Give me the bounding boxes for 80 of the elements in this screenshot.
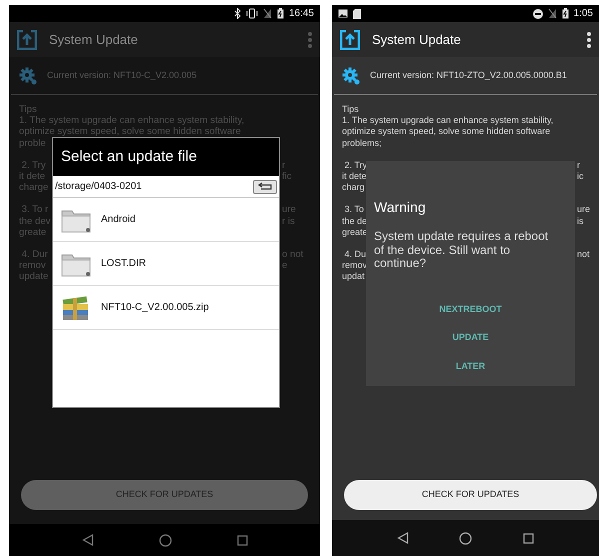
dialog-action-button[interactable]: LATER bbox=[450, 358, 492, 375]
tips-heading: Tips bbox=[19, 104, 38, 116]
tip-text: updat bbox=[342, 271, 365, 283]
dialog-action-button[interactable]: NEXTREBOOT bbox=[433, 300, 508, 318]
vibrate-icon bbox=[246, 8, 258, 19]
tip-text: proble bbox=[19, 138, 46, 149]
app-title: System Update bbox=[372, 30, 461, 49]
dialog-title: Warning bbox=[374, 198, 427, 217]
overflow-menu-icon[interactable] bbox=[587, 32, 591, 48]
battery-charging-icon bbox=[276, 8, 284, 19]
tip-text: fic bbox=[282, 171, 293, 182]
gear-icon bbox=[19, 66, 37, 84]
tip-text: e bbox=[282, 260, 288, 272]
clock-time: 16:45 bbox=[288, 7, 314, 21]
home-icon[interactable] bbox=[158, 534, 172, 546]
tip-text: r bbox=[282, 160, 286, 172]
dialog-title: Select an update file bbox=[53, 138, 279, 176]
tip-text: 1. The system upgrade can enhance system stability, bbox=[19, 115, 244, 126]
tip-text: 4. Dur bbox=[20, 249, 48, 260]
file-item[interactable]: LOST.DIR bbox=[53, 242, 279, 286]
tips-heading: Tips bbox=[342, 104, 360, 116]
check-updates-button[interactable]: CHECK FOR UPDATES bbox=[344, 480, 597, 510]
version-text: Current version: NFT10-ZTO_V2.00.005.0000.B1 bbox=[370, 68, 567, 82]
tip-text: ure bbox=[577, 204, 592, 216]
sd-card-icon bbox=[353, 8, 361, 18]
tip-text: the de bbox=[342, 216, 368, 227]
tip-text: 1. The system upgrade can enhance system stability, bbox=[342, 115, 554, 126]
recents-icon[interactable] bbox=[522, 532, 534, 544]
tip-text: greate bbox=[342, 226, 368, 238]
tip-text: 3. To r bbox=[20, 204, 48, 216]
tip-text: it dete bbox=[342, 171, 367, 182]
tip-text: remov bbox=[342, 260, 368, 272]
back-icon[interactable] bbox=[82, 534, 94, 546]
tip-text: r is bbox=[282, 216, 296, 227]
tip-text: 4. Du bbox=[344, 249, 366, 260]
tip-text: it dete bbox=[19, 171, 46, 182]
no-signal-icon bbox=[262, 8, 272, 19]
upload-icon bbox=[17, 30, 37, 50]
tip-text: r bbox=[577, 160, 581, 172]
app-title: System Update bbox=[49, 30, 138, 49]
tip-text: 2. Try bbox=[20, 160, 46, 172]
tip-text: remov bbox=[19, 260, 46, 272]
tip-text: ure bbox=[282, 204, 297, 216]
file-item[interactable]: Android bbox=[53, 198, 279, 242]
tip-text: update bbox=[19, 271, 48, 283]
return-arrow-icon bbox=[257, 182, 273, 191]
recents-icon[interactable] bbox=[236, 534, 248, 546]
dialog-action-button[interactable]: UPDATE bbox=[446, 329, 495, 346]
tip-text: o not bbox=[282, 249, 304, 260]
tip-text: optimize system speed, solve some hidden software bbox=[342, 126, 550, 138]
tip-text: the dev bbox=[19, 216, 50, 227]
dialog-message: System update requires a reboot of the device. Still want to continue? bbox=[374, 230, 550, 270]
gear-icon bbox=[342, 66, 360, 84]
file-name: Android bbox=[101, 213, 136, 227]
upload-icon bbox=[340, 30, 360, 50]
tip-text: charg bbox=[342, 182, 365, 194]
do-not-disturb-icon bbox=[532, 8, 543, 18]
path-text: /storage/0403-0201 bbox=[55, 180, 142, 194]
tip-text: optimize system speed, solve some hidden software bbox=[19, 126, 241, 138]
file-name: NFT10-C_V2.00.005.zip bbox=[101, 301, 209, 315]
tip-text: 3. To bbox=[344, 204, 364, 216]
tip-text: charge bbox=[19, 182, 48, 194]
battery-charging-icon bbox=[562, 8, 569, 19]
bluetooth-icon bbox=[234, 8, 241, 19]
back-icon[interactable] bbox=[397, 532, 410, 544]
tip-text: problems; bbox=[342, 138, 382, 149]
tip-text: ic bbox=[577, 171, 584, 182]
file-item[interactable]: NFT10-C_V2.00.005.zip bbox=[53, 286, 279, 330]
tip-text: not bbox=[577, 249, 591, 260]
home-icon[interactable] bbox=[459, 532, 472, 544]
version-text: Current version: NFT10-C_V2.00.005 bbox=[47, 68, 197, 82]
tip-text: 2. Try bbox=[344, 160, 368, 172]
archive-icon bbox=[61, 294, 91, 320]
back-button[interactable] bbox=[253, 180, 277, 194]
tip-text: greate bbox=[19, 226, 46, 238]
tip-text: is bbox=[577, 216, 584, 227]
no-signal-icon bbox=[548, 8, 557, 19]
clock-time: 1:05 bbox=[574, 7, 593, 21]
file-name: LOST.DIR bbox=[101, 257, 146, 271]
image-icon bbox=[338, 9, 348, 18]
